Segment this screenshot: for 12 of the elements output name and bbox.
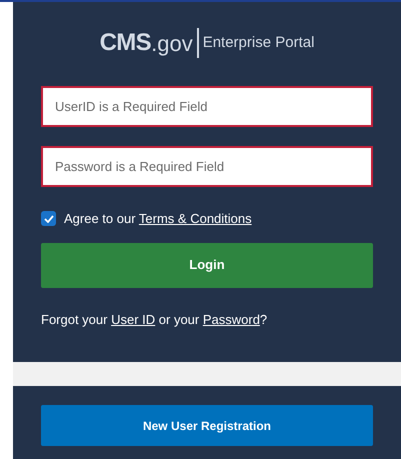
check-icon [44, 214, 54, 223]
input-field[interactable]: UserID is a Required Field [41, 86, 373, 127]
checkbox[interactable] [41, 211, 56, 226]
agree-label: Agree to our Terms & Conditions [64, 210, 252, 228]
terms-link[interactable]: Terms & Conditions [138, 211, 252, 226]
registration-button[interactable]: New User Registration [41, 405, 373, 446]
password-link[interactable]: Password [202, 312, 260, 326]
forgot-text: Forgot your User ID or your Password? [41, 310, 268, 329]
user-id-link[interactable]: User ID [111, 312, 156, 326]
logo: CMS.gov Enterprise Portal [100, 27, 314, 60]
input-field[interactable]: Password is a Required Field [41, 146, 373, 187]
login-button[interactable]: Login [41, 242, 373, 288]
